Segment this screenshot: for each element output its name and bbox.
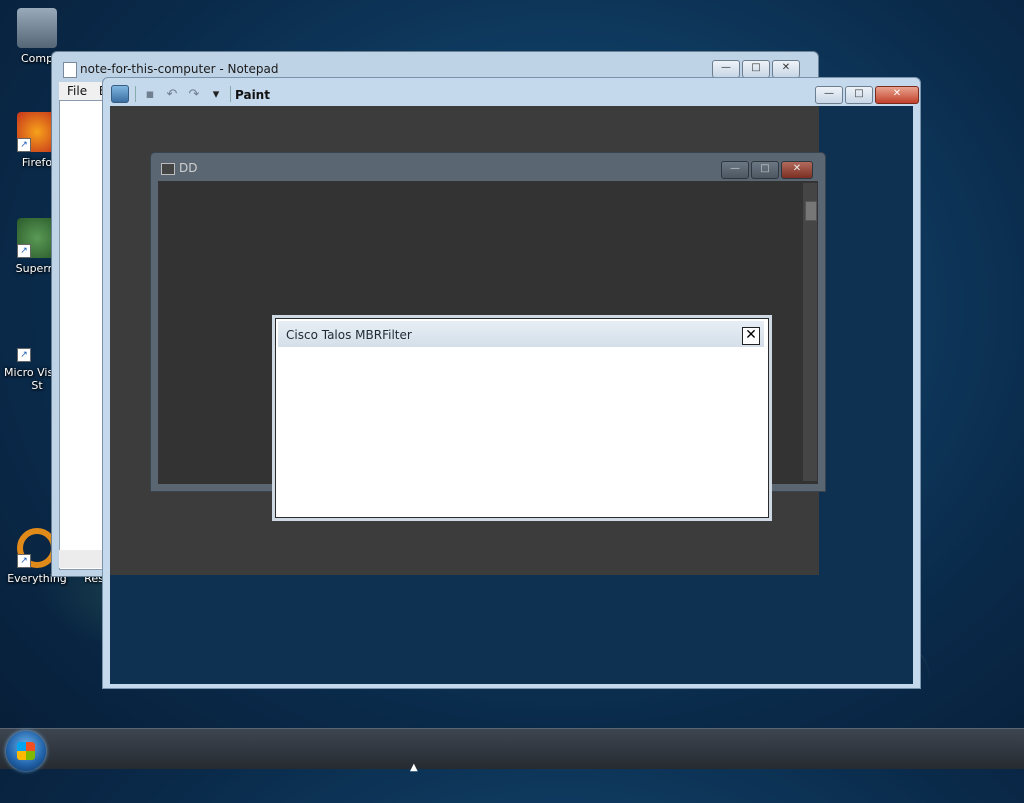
- divider: [230, 86, 231, 102]
- minimize-button[interactable]: —: [721, 161, 749, 179]
- close-icon[interactable]: ✕: [742, 327, 760, 345]
- save-icon[interactable]: ▪: [142, 87, 158, 102]
- horizontal-scrollbar[interactable]: [59, 550, 107, 568]
- shortcut-arrow-icon: ↗: [17, 244, 31, 258]
- shortcut-arrow-icon: ↗: [17, 554, 31, 568]
- customize-dropdown-icon[interactable]: ▾: [208, 87, 224, 102]
- divider: [135, 86, 136, 102]
- notepad-icon: [63, 62, 77, 78]
- maximize-button[interactable]: □: [742, 60, 770, 78]
- vertical-scrollbar[interactable]: [803, 183, 817, 481]
- shortcut-arrow-icon: ↗: [17, 138, 31, 152]
- taskbar: [0, 728, 1024, 771]
- scrollbar-thumb[interactable]: [805, 201, 817, 221]
- mbrfilter-dialog[interactable]: Cisco Talos MBRFilter ✕: [275, 318, 769, 518]
- window-icon: [161, 163, 175, 175]
- close-button[interactable]: ✕: [875, 86, 919, 104]
- menu-file[interactable]: File: [67, 84, 87, 98]
- caption-buttons: — □ ✕: [815, 86, 919, 104]
- quick-access-toolbar: ▪ ↶ ↷ ▾: [111, 85, 231, 103]
- dialog-title-bar: Cisco Talos MBRFilter: [278, 321, 764, 347]
- minimize-button[interactable]: —: [712, 60, 740, 78]
- window-title: DD: [179, 161, 198, 175]
- paint-app-icon[interactable]: [111, 85, 129, 103]
- close-button[interactable]: ✕: [781, 161, 813, 179]
- minimize-button[interactable]: —: [815, 86, 843, 104]
- maximize-button[interactable]: □: [845, 86, 873, 104]
- caption-buttons: — □ ✕: [712, 60, 800, 78]
- shortcut-arrow-icon: ↗: [17, 348, 31, 362]
- window-title: Paint: [235, 88, 270, 102]
- redo-icon[interactable]: ↷: [186, 87, 202, 102]
- close-button[interactable]: ✕: [772, 60, 800, 78]
- windows-logo-icon: [17, 742, 35, 760]
- dialog-body: [280, 349, 762, 511]
- undo-icon[interactable]: ↶: [164, 87, 180, 102]
- maximize-button[interactable]: □: [751, 161, 779, 179]
- computer-icon: [17, 8, 57, 48]
- start-button[interactable]: [6, 731, 46, 771]
- window-title: note-for-this-computer - Notepad: [80, 62, 279, 76]
- caption-buttons: — □ ✕: [721, 161, 813, 179]
- dialog-title: Cisco Talos MBRFilter: [286, 328, 412, 342]
